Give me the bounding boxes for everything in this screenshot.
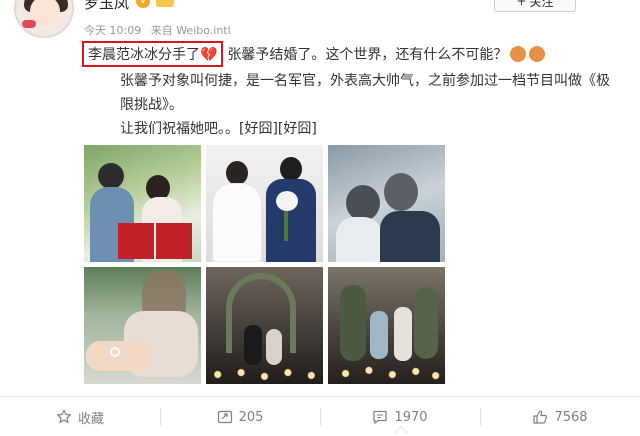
like-button[interactable]: 7568 [480,398,640,436]
photo-grid [84,145,446,385]
post-text-main: 张馨予结婚了。这个世界，还有什么不可能？ [227,47,508,63]
photo-couple-forehead[interactable] [328,145,445,262]
photo-couple-red-booklets[interactable] [84,145,201,262]
photo-proposal-arch[interactable] [206,267,323,384]
follow-button[interactable]: + 关注 [494,0,576,12]
photo-proposal-lights[interactable] [328,267,445,384]
post-text-line2: 张馨予对象叫何捷，是一名军官，外表高大帅气，之前参加过一档节目叫做《极限挑战》。 [82,69,622,117]
repost-count: 205 [238,409,264,425]
v-badge-icon: V [136,0,150,8]
post-text-line1: 李晨范冰冰分手了💔 张馨予结婚了。这个世界，还有什么不可能？ [82,41,546,67]
post-meta: 今天 10:09 来自 Weibo.intl [84,22,237,38]
author-name[interactable]: 罗玉凤 [84,0,129,13]
avatar-bow [22,20,36,28]
broken-heart-icon: 💔 [200,47,218,63]
avatar[interactable] [14,0,74,38]
follow-label: 关注 [529,0,554,9]
action-bar: 收藏 205 1970 7568 [0,398,640,436]
comment-icon [373,410,388,425]
post-text-paragraph: 张馨予对象叫何捷，是一名军官，外表高大帅气，之前参加过一档节目叫做《极限挑战》。 [120,73,610,113]
like-count: 7568 [554,409,588,425]
crown-icon [156,0,174,7]
emoji-icon [529,46,546,62]
post-text-line3: 让我们祝福她吧。。[好囧][好囧] [120,121,317,137]
actions-divider [0,396,640,397]
highlight-text: 李晨范冰冰分手了 [88,47,200,63]
thumbs-up-icon [533,410,548,424]
repost-button[interactable]: 205 [160,398,320,436]
favorite-label: 收藏 [77,411,104,427]
repost-icon [217,410,232,424]
comment-count: 1970 [394,409,428,425]
photo-couple-bouquet[interactable] [206,145,323,262]
star-icon [56,409,72,424]
favorite-button[interactable]: 收藏 [0,398,160,436]
highlight-box: 李晨范冰冰分手了💔 [82,41,224,67]
photo-ring-hand[interactable] [84,267,201,384]
post-time[interactable]: 今天 10:09 [84,24,141,37]
plus-icon: + [516,0,527,8]
post-source[interactable]: 来自 Weibo.intl [151,24,231,37]
emoji-icon [510,46,527,62]
